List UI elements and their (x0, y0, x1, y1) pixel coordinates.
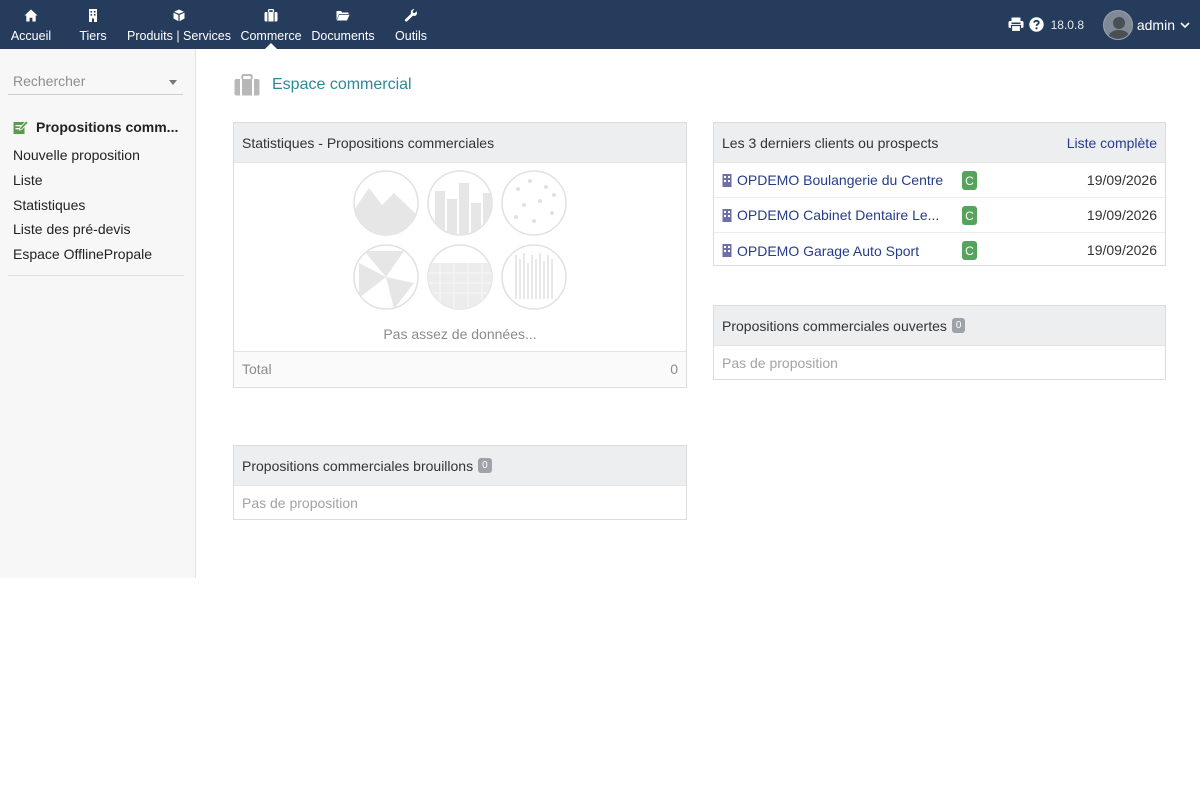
nav-tiers[interactable]: Tiers (76, 0, 110, 49)
customer-tag: C (962, 241, 977, 260)
avatar[interactable] (1103, 0, 1133, 49)
nav-outils[interactable]: Outils (392, 0, 430, 49)
user-name[interactable]: admin (1137, 0, 1175, 49)
stats-panel: Statistiques - Propositions commerciales (233, 122, 687, 388)
version-label: 18.0.8 (1050, 17, 1084, 32)
nav-produits-services[interactable]: Produits | Services (127, 0, 231, 49)
nav-label: Documents (311, 29, 375, 43)
nav-label: Tiers (79, 29, 107, 43)
building-icon (89, 9, 97, 22)
client-name: OPDEMO Garage Auto Sport (737, 242, 920, 259)
search-select[interactable]: Rechercher (8, 69, 183, 95)
open-empty-message: Pas de proposition (722, 355, 838, 371)
sidebar-item-statistiques[interactable]: Statistiques (13, 197, 85, 213)
wrench-icon (404, 9, 417, 22)
drafts-panel-header: Propositions commerciales brouillons 0 (234, 446, 686, 486)
left-sidebar: Rechercher Propositions comm... Nouvelle… (0, 49, 196, 578)
chart-placeholder-icons (353, 170, 567, 310)
nav-label: Outils (395, 29, 427, 43)
nav-label: Produits | Services (127, 29, 231, 43)
open-count-badge: 0 (951, 318, 966, 333)
print-icon[interactable] (1008, 0, 1024, 49)
open-panel-title: Propositions commerciales ouvertes (722, 317, 947, 334)
search-placeholder: Rechercher (13, 73, 86, 89)
sidebar-item-nouvelle-proposition[interactable]: Nouvelle proposition (13, 147, 140, 163)
customer-tag: C (962, 206, 977, 225)
nav-accueil[interactable]: Accueil (8, 0, 54, 49)
open-proposals-panel: Propositions commerciales ouvertes 0 Pas… (713, 305, 1166, 380)
building-icon (722, 244, 732, 257)
sidebar-section-label: Propositions comm... (36, 119, 179, 135)
sidebar-item-liste[interactable]: Liste (13, 172, 43, 188)
caret-down-icon (169, 80, 177, 85)
clients-panel-header: Les 3 derniers clients ou prospects List… (714, 123, 1165, 163)
briefcase-icon (234, 74, 260, 96)
customer-tag: C (962, 171, 977, 190)
chevron-down-icon[interactable] (1180, 0, 1190, 49)
client-name: OPDEMO Boulangerie du Centre (737, 172, 944, 188)
client-date: 19/09/2026 (1086, 242, 1157, 258)
sidebar-divider (8, 275, 184, 276)
page-title-text: Espace commercial (272, 76, 412, 93)
total-label: Total (242, 361, 272, 377)
drafts-empty-message: Pas de proposition (242, 495, 358, 511)
client-row: OPDEMO Boulangerie du Centre C 19/09/202… (714, 163, 1165, 198)
open-panel-header: Propositions commerciales ouvertes 0 (714, 306, 1165, 346)
drafts-panel-title: Propositions commerciales brouillons (242, 457, 474, 474)
total-value: 0 (670, 361, 678, 377)
nav-label: Accueil (10, 29, 52, 43)
client-link[interactable]: OPDEMO Garage Auto Sport (722, 243, 954, 259)
last-clients-panel: Les 3 derniers clients ou prospects List… (713, 122, 1166, 266)
building-icon (722, 173, 732, 187)
nav-label: Commerce (240, 29, 302, 43)
drafts-panel: Propositions commerciales brouillons 0 P… (233, 445, 687, 520)
stats-placeholder: Pas assez de données... (234, 163, 686, 352)
stats-panel-header: Statistiques - Propositions commerciales (234, 123, 686, 163)
client-date: 19/09/2026 (1086, 207, 1157, 223)
stats-total-row: Total 0 (234, 352, 686, 386)
clients-panel-title: Les 3 derniers clients ou prospects (722, 134, 939, 151)
client-name: OPDEMO Cabinet Dentaire Le... (737, 207, 940, 223)
cube-icon (173, 9, 185, 22)
client-link[interactable]: OPDEMO Cabinet Dentaire Le... (722, 207, 954, 223)
edit-document-icon (13, 119, 29, 134)
stats-panel-title: Statistiques - Propositions commerciales (242, 134, 495, 151)
home-icon (24, 9, 38, 22)
nav-documents[interactable]: Documents (310, 0, 376, 49)
client-row: OPDEMO Garage Auto Sport C 19/09/2026 (714, 233, 1165, 268)
full-list-link[interactable]: Liste complète (1067, 135, 1157, 151)
building-icon (722, 208, 732, 222)
page-title: Espace commercial (234, 74, 412, 96)
stats-empty-message: Pas assez de données... (383, 326, 537, 342)
nav-commerce[interactable]: Commerce (240, 0, 302, 49)
briefcase-icon (264, 9, 278, 22)
client-date: 19/09/2026 (1086, 172, 1157, 188)
folder-icon (336, 11, 350, 21)
help-icon[interactable] (1029, 0, 1044, 49)
client-row: OPDEMO Cabinet Dentaire Le... C 19/09/20… (714, 198, 1165, 233)
drafts-count-badge: 0 (478, 458, 492, 473)
user-silhouette-icon (1107, 16, 1131, 39)
client-link[interactable]: OPDEMO Boulangerie du Centre (722, 172, 954, 188)
sidebar-section-title[interactable]: Propositions comm... (13, 119, 185, 135)
top-menu-bar: Accueil Tiers Produits | Services Commer… (0, 0, 1200, 49)
sidebar-item-liste-pre-devis[interactable]: Liste des pré-devis (13, 221, 131, 237)
sidebar-item-espace-offlinepropale[interactable]: Espace OfflinePropale (13, 246, 152, 262)
